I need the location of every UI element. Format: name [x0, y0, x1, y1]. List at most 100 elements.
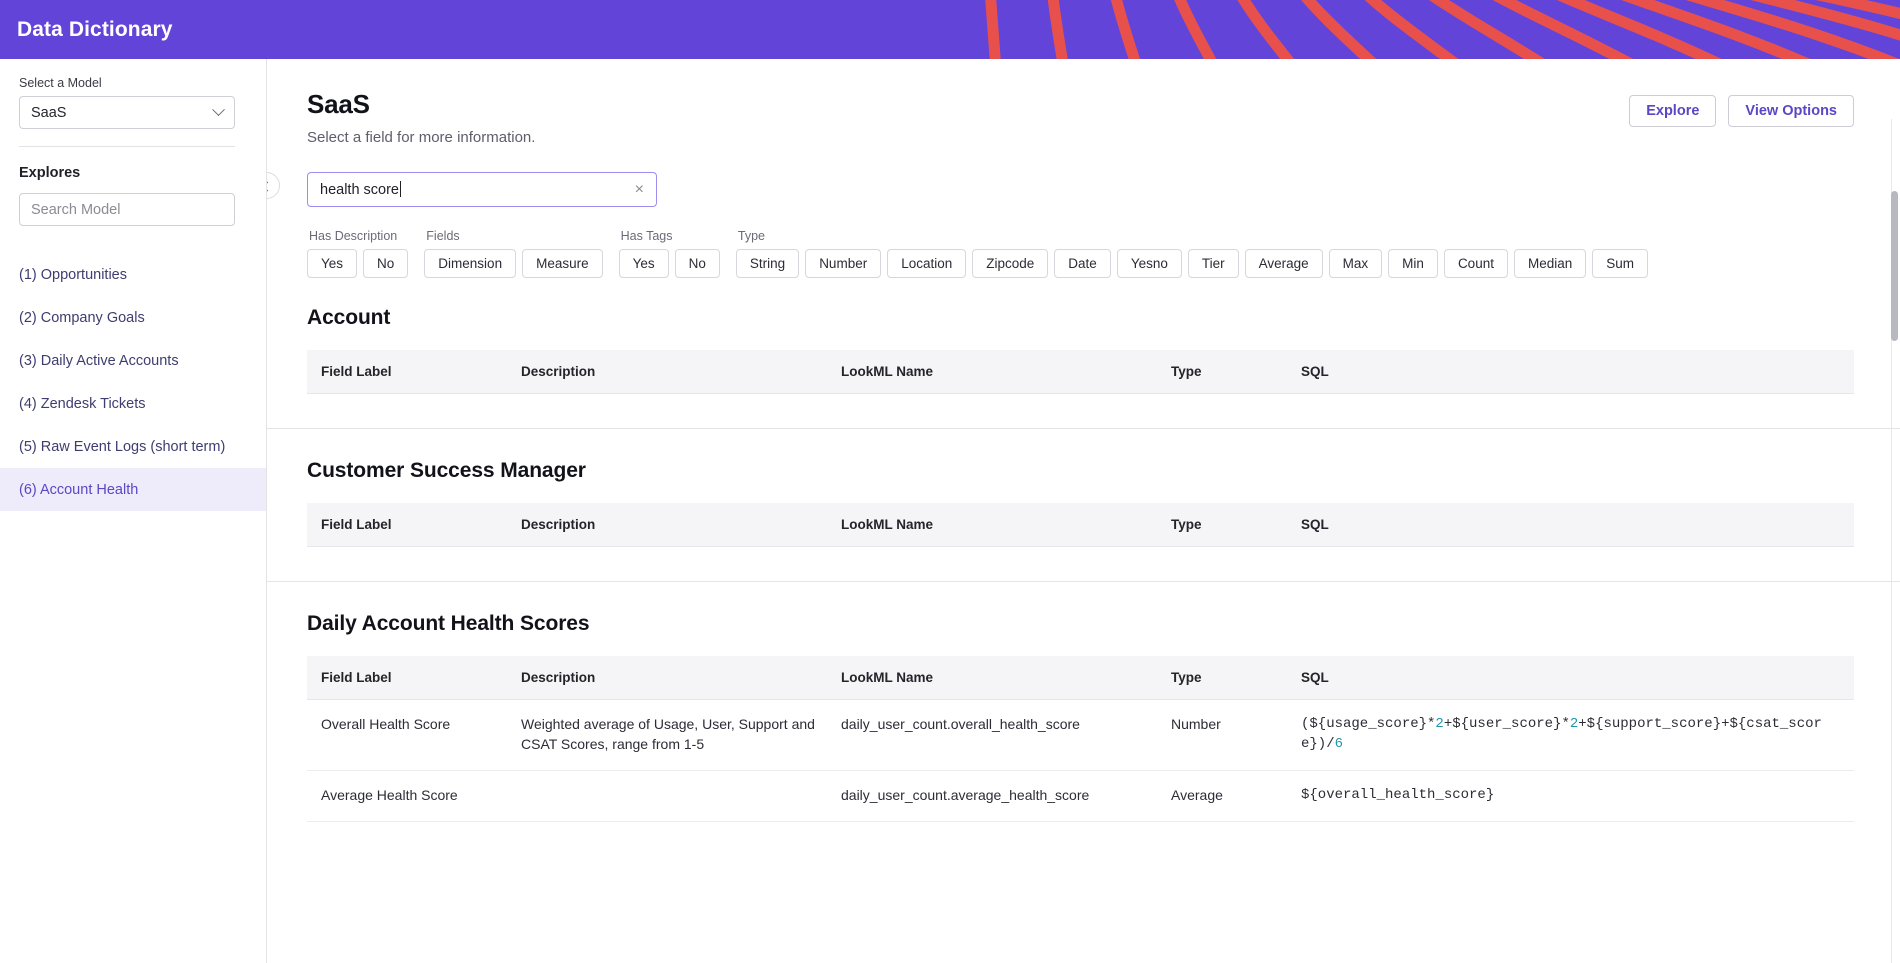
cell-sql: ${overall_health_score} [1287, 770, 1854, 822]
filter-group-type: Type String Number Location Zipcode Date… [735, 229, 1649, 278]
chip-type-zipcode[interactable]: Zipcode [972, 249, 1049, 278]
col-description: Description [507, 656, 827, 700]
chip-type-median[interactable]: Median [1513, 249, 1587, 278]
search-model-input[interactable]: Search Model [19, 193, 235, 226]
sidebar-item-label: (2) Company Goals [19, 309, 145, 326]
filter-group-label: Fields [426, 229, 460, 243]
app-header: Data Dictionary [0, 0, 1900, 59]
cell-type: Number [1157, 699, 1287, 771]
page-header: SaaS Select a field for more information… [267, 59, 1900, 146]
cell-sql: (${usage_score}*2+${user_score}*2+${supp… [1287, 699, 1854, 771]
page-title: SaaS [307, 89, 370, 119]
section-title: Daily Account Health Scores [307, 612, 590, 635]
cell-field-label: Average Health Score [307, 770, 507, 822]
chip-type-tier[interactable]: Tier [1187, 249, 1239, 278]
chip-type-average[interactable]: Average [1244, 249, 1323, 278]
sidebar: Select a Model SaaS Explores Search Mode… [0, 59, 267, 963]
chip-type-sum[interactable]: Sum [1592, 249, 1649, 278]
header-decoration [985, 0, 1900, 59]
sidebar-item-label: (6) Account Health [19, 481, 139, 498]
table-body: Overall Health Score Weighted average of… [307, 699, 1854, 822]
col-lookml-name: LookML Name [827, 350, 1157, 394]
sidebar-divider [19, 146, 235, 147]
app-body: Select a Model SaaS Explores Search Mode… [0, 59, 1900, 963]
main-scroll-area: SaaS Select a field for more information… [267, 59, 1900, 963]
sidebar-item-zendesk-tickets[interactable]: (4) Zendesk Tickets [0, 382, 266, 425]
fields-table-csm: Field Label Description LookML Name Type… [307, 503, 1854, 547]
model-selector-block: Select a Model SaaS [0, 59, 266, 129]
chip-type-min[interactable]: Min [1388, 249, 1438, 278]
chevron-left-icon [267, 181, 273, 192]
model-selector-label: Select a Model [19, 76, 102, 90]
col-type: Type [1157, 656, 1287, 700]
table-header-row: Field Label Description LookML Name Type… [307, 503, 1854, 547]
model-select[interactable]: SaaS [19, 96, 235, 129]
chip-fields-measure[interactable]: Measure [522, 249, 603, 278]
cell-description: Weighted average of Usage, User, Support… [507, 699, 827, 771]
sidebar-item-label: (3) Daily Active Accounts [19, 352, 179, 369]
chip-fields-dimension[interactable]: Dimension [424, 249, 517, 278]
table-row[interactable]: Average Health Score daily_user_count.av… [307, 770, 1854, 822]
field-search-value: health score [320, 182, 399, 198]
chip-type-string[interactable]: String [735, 249, 800, 278]
sidebar-item-label: (5) Raw Event Logs (short term) [19, 438, 226, 455]
vertical-scrollbar[interactable] [1891, 119, 1898, 963]
cell-field-label: Overall Health Score [307, 699, 507, 771]
table-header-row: Field Label Description LookML Name Type… [307, 350, 1854, 394]
explore-button[interactable]: Explore [1629, 95, 1717, 127]
filter-group-has-tags: Has Tags Yes No [618, 229, 720, 278]
model-select-value: SaaS [31, 104, 67, 121]
sidebar-item-raw-event-logs[interactable]: (5) Raw Event Logs (short term) [0, 425, 266, 468]
col-type: Type [1157, 503, 1287, 547]
clear-search-icon[interactable]: × [633, 181, 646, 198]
filter-chips: String Number Location Zipcode Date Yesn… [735, 249, 1649, 278]
app-title: Data Dictionary [17, 17, 173, 41]
section-daily-account-health-scores: Daily Account Health Scores Field Label … [267, 582, 1900, 822]
chip-has-description-no[interactable]: No [363, 249, 409, 278]
cell-lookml-name: daily_user_count.average_health_score [827, 770, 1157, 822]
filter-chips: Dimension Measure [424, 249, 603, 278]
chip-type-location[interactable]: Location [887, 249, 967, 278]
col-field-label: Field Label [307, 656, 507, 700]
sidebar-item-daily-active-accounts[interactable]: (3) Daily Active Accounts [0, 339, 266, 382]
field-search-input[interactable]: health score × [307, 172, 657, 207]
filter-group-label: Type [737, 229, 766, 243]
chip-type-number[interactable]: Number [805, 249, 882, 278]
table-row[interactable]: Overall Health Score Weighted average of… [307, 699, 1854, 771]
chip-type-yesno[interactable]: Yesno [1116, 249, 1182, 278]
scrollbar-thumb[interactable] [1891, 191, 1898, 341]
sidebar-item-account-health[interactable]: (6) Account Health [0, 468, 266, 511]
col-sql: SQL [1287, 350, 1854, 394]
filter-group-has-description: Has Description Yes No [307, 229, 409, 278]
filter-group-label: Has Tags [620, 229, 673, 243]
chip-has-tags-no[interactable]: No [674, 249, 720, 278]
page-header-text: SaaS Select a field for more information… [307, 89, 535, 146]
filter-chips: Yes No [307, 249, 409, 278]
section-title: Customer Success Manager [307, 459, 586, 482]
col-description: Description [507, 503, 827, 547]
chip-has-description-yes[interactable]: Yes [307, 249, 358, 278]
chip-type-date[interactable]: Date [1054, 249, 1111, 278]
sidebar-item-company-goals[interactable]: (2) Company Goals [0, 296, 266, 339]
explores-heading: Explores [19, 165, 81, 181]
section-customer-success-manager: Customer Success Manager Field Label Des… [267, 429, 1900, 547]
cell-type: Average [1157, 770, 1287, 822]
chip-type-max[interactable]: Max [1328, 249, 1383, 278]
section-account: Account Field Label Description LookML N… [267, 278, 1900, 394]
chip-has-tags-yes[interactable]: Yes [618, 249, 669, 278]
page-subtitle: Select a field for more information. [307, 129, 536, 146]
search-model-placeholder: Search Model [31, 201, 121, 218]
section-title: Account [307, 306, 391, 329]
main-content: SaaS Select a field for more information… [267, 59, 1900, 963]
view-options-button[interactable]: View Options [1728, 95, 1854, 127]
page-header-actions: Explore View Options [1629, 95, 1854, 127]
col-description: Description [507, 350, 827, 394]
chip-type-count[interactable]: Count [1443, 249, 1508, 278]
col-field-label: Field Label [307, 503, 507, 547]
filter-bar: Has Description Yes No Fields Dimension … [267, 229, 1900, 278]
fields-table-account: Field Label Description LookML Name Type… [307, 350, 1854, 394]
chevron-down-icon [212, 103, 225, 117]
sidebar-item-opportunities[interactable]: (1) Opportunities [0, 253, 266, 296]
